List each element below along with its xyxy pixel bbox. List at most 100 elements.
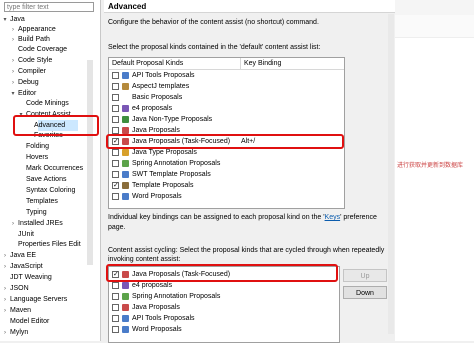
tree-item[interactable]: Folding (26, 142, 49, 152)
tree-scrollbar[interactable] (87, 60, 93, 265)
chevron-right-icon[interactable]: › (2, 251, 8, 261)
chevron-down-icon[interactable]: ▾ (10, 89, 16, 99)
tree-item[interactable]: Syntax Coloring (26, 186, 75, 196)
up-button[interactable]: Up (343, 269, 387, 282)
tree-item[interactable]: Model Editor (10, 317, 49, 327)
tree-item[interactable]: Save Actions (26, 175, 66, 185)
checkbox[interactable] (112, 193, 119, 200)
chevron-right-icon[interactable]: › (2, 328, 8, 338)
chevron-down-icon[interactable]: ▾ (2, 15, 8, 25)
checkbox[interactable] (112, 171, 119, 178)
tree-item-label: Syntax Coloring (26, 187, 76, 194)
checkbox[interactable] (112, 282, 119, 289)
chevron-right-icon[interactable]: › (10, 78, 16, 88)
proposal-kind-icon (122, 193, 129, 200)
table-row[interactable]: Java Non-Type Proposals (109, 114, 344, 125)
tree-item[interactable]: Mark Occurrences (26, 164, 83, 174)
checkbox[interactable] (112, 315, 119, 322)
chevron-right-icon[interactable]: › (2, 284, 8, 294)
tree-item-label: Mark Occurrences (26, 165, 84, 172)
tree-item[interactable]: › Appearance (12, 25, 56, 35)
checkbox[interactable] (112, 83, 119, 90)
proposal-kind-label: Template Proposals (132, 182, 194, 189)
tree-item[interactable]: › Build Path (12, 35, 50, 45)
checkbox[interactable] (112, 72, 119, 79)
keys-link[interactable]: Keys (325, 214, 341, 221)
tree-item[interactable]: › Code Style (12, 56, 52, 66)
table-row[interactable]: API Tools Proposals (109, 70, 344, 81)
checkbox[interactable] (112, 149, 119, 156)
tree-item-label: Code Coverage (18, 46, 68, 53)
column-header-kinds[interactable]: Default Proposal Kinds (109, 58, 241, 70)
keys-note: Individual key bindings can be assigned … (108, 214, 377, 221)
proposal-kind-icon (122, 149, 129, 156)
page-scrollbar[interactable] (388, 14, 394, 334)
chevron-right-icon[interactable]: › (10, 35, 16, 45)
tree-item[interactable]: JUnit (18, 230, 34, 240)
checkbox[interactable] (112, 293, 119, 300)
table-row[interactable]: SWT Template Proposals (109, 169, 344, 180)
tree-item[interactable]: › JSON (4, 284, 29, 294)
proposal-kind-icon (122, 293, 129, 300)
tree-item[interactable]: › Mylyn (4, 328, 28, 338)
chevron-right-icon[interactable]: › (10, 219, 16, 229)
tree-item-label: Typing (26, 209, 47, 216)
tree-item-label: Java EE (10, 252, 37, 259)
tree-item-label: JDT Weaving (10, 274, 52, 281)
tree-item-label: Hovers (26, 154, 49, 161)
table-row[interactable]: Word Proposals (109, 324, 339, 335)
tree-item[interactable]: Code Coverage (18, 45, 67, 55)
chevron-right-icon[interactable]: › (2, 295, 8, 305)
checkbox[interactable] (112, 326, 119, 333)
checkbox[interactable] (112, 160, 119, 167)
tree-item[interactable]: › Debug (12, 78, 39, 88)
background-editor: 进行获取并更新到数据库 (395, 0, 474, 341)
checkbox[interactable] (112, 116, 119, 123)
table-row[interactable]: AspectJ templates (109, 81, 344, 92)
tree-item[interactable]: › Compiler (12, 67, 46, 77)
filter-input[interactable]: type filter text (4, 2, 94, 12)
chevron-right-icon[interactable]: › (10, 25, 16, 35)
tree-item[interactable]: › Maven (4, 306, 31, 316)
table-row[interactable]: Word Proposals (109, 191, 344, 202)
column-header-binding[interactable]: Key Binding (241, 58, 344, 70)
tree-item[interactable]: › Installed JREs (12, 219, 63, 229)
table-row[interactable]: Basic Proposals (109, 92, 344, 103)
proposal-kind-label: Word Proposals (132, 326, 182, 333)
tree-item[interactable]: › JavaScript (4, 262, 43, 272)
table-row[interactable]: API Tools Proposals (109, 313, 339, 324)
table-row[interactable]: Spring Annotation Proposals (109, 158, 344, 169)
table-row[interactable]: Template Proposals (109, 180, 344, 191)
tree-item-label: JSON (10, 285, 29, 292)
checkbox[interactable] (112, 105, 119, 112)
proposal-kind-label: Word Proposals (132, 193, 182, 200)
chevron-right-icon[interactable]: › (10, 67, 16, 77)
cycling-label-line2: invoking content assist: (108, 256, 181, 263)
tree-item[interactable]: › Java EE (4, 251, 37, 261)
tree-item[interactable]: Properties Files Edit (18, 240, 81, 250)
table-row[interactable]: Java Proposals (109, 302, 339, 313)
chevron-right-icon[interactable]: › (2, 306, 8, 316)
tree-item[interactable]: ▾ Java (3, 15, 24, 25)
checkbox[interactable] (112, 94, 119, 101)
tree-item-label: Installed JREs (18, 220, 63, 227)
tree-item[interactable]: Typing (26, 208, 47, 218)
checkbox[interactable] (112, 180, 119, 191)
chevron-right-icon[interactable]: › (10, 56, 16, 66)
proposal-kind-icon (122, 72, 129, 79)
tree-item[interactable]: Code Minings (26, 99, 69, 109)
preferences-tree: type filter text ▾ Java › Appearance › Build … (0, 0, 101, 341)
checkbox[interactable] (112, 127, 119, 134)
chevron-right-icon[interactable]: › (2, 262, 8, 272)
tree-item[interactable]: JDT Weaving (10, 273, 52, 283)
table-row[interactable]: e4 proposals (109, 103, 344, 114)
tree-item[interactable]: ▾ Editor (11, 89, 36, 99)
down-button[interactable]: Down (343, 286, 387, 299)
proposal-kind-icon (122, 315, 129, 322)
checkbox[interactable] (112, 304, 119, 311)
tree-item[interactable]: › Language Servers (4, 295, 67, 305)
proposal-kind-label: AspectJ templates (132, 83, 190, 90)
tree-item[interactable]: Hovers (26, 153, 48, 163)
tree-item[interactable]: Templates (26, 197, 58, 207)
table-row[interactable]: Spring Annotation Proposals (109, 291, 339, 302)
